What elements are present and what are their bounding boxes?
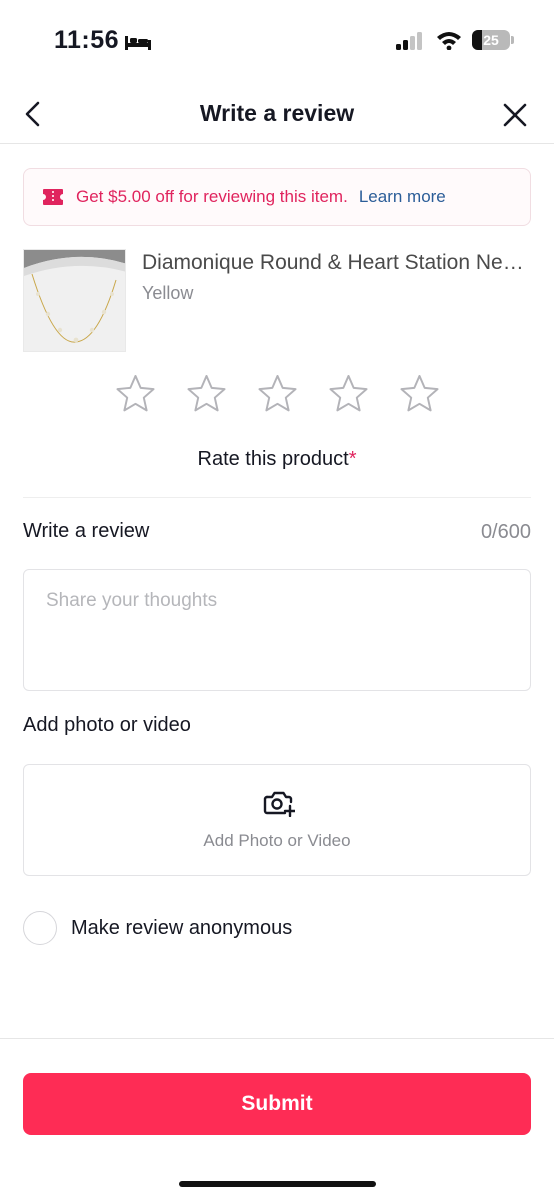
add-media-button[interactable]: Add Photo or Video [23,764,531,876]
rate-product-label: Rate this product* [0,448,554,471]
media-label: Add photo or video [23,714,191,736]
cellular-signal-icon [396,30,426,50]
status-indicators: 25 [396,30,514,50]
promo-banner: Get $5.00 off for reviewing this item. L… [23,168,531,226]
status-time: 11:56 [54,26,152,55]
anonymous-radio[interactable] [23,911,57,945]
home-indicator [179,1181,376,1187]
promo-text: Get $5.00 off for reviewing this item. [76,187,348,206]
anonymous-label: Make review anonymous [71,916,293,939]
review-label: Write a review [23,520,150,542]
page-header: Write a review [0,84,554,144]
required-marker: * [348,448,357,470]
footer-divider [0,1038,554,1039]
anonymous-toggle[interactable]: Make review anonymous [23,911,292,945]
star-icon-3[interactable] [257,374,297,413]
close-icon[interactable] [502,102,528,128]
status-bar: 11:56 25 [0,0,554,80]
add-media-text: Add Photo or Video [203,831,351,850]
product-image [23,249,126,352]
star-rating [0,374,554,413]
camera-plus-icon [263,791,295,817]
bed-icon [125,35,152,50]
clock-text: 11:56 [54,26,120,54]
learn-more-link[interactable]: Learn more [359,187,446,207]
review-textarea[interactable] [23,569,531,691]
star-icon-4[interactable] [328,374,368,413]
star-icon-1[interactable] [115,374,155,413]
divider [23,497,531,498]
necklace-image [24,250,125,351]
submit-button[interactable]: Submit [23,1073,531,1135]
rate-label-text: Rate this product [197,448,349,470]
ticket-icon [43,189,63,205]
product-variant: Yellow [142,283,194,303]
product-name: Diamonique Round & Heart Station Necklac… [142,251,532,274]
page-title: Write a review [199,100,355,126]
review-char-counter: 0/600 [480,521,531,543]
star-icon-2[interactable] [186,374,226,413]
wifi-icon [437,32,461,50]
product-summary: Diamonique Round & Heart Station Necklac… [23,249,533,353]
battery-level: 25 [483,32,499,48]
star-icon-5[interactable] [399,374,439,413]
battery-icon: 25 [472,30,514,50]
